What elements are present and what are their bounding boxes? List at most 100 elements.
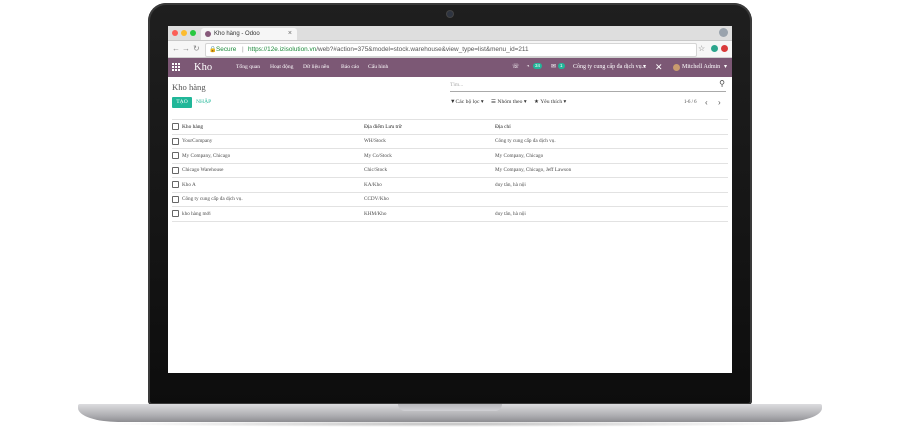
cell-warehouse: YourCompany	[182, 138, 213, 145]
table-row[interactable]: YourCompany WH/Stock Công ty cung cấp đa…	[172, 134, 728, 149]
back-icon[interactable]: ←	[172, 43, 180, 55]
row-checkbox[interactable]	[172, 152, 179, 160]
row-checkbox[interactable]	[172, 195, 179, 203]
reload-icon[interactable]: ↻	[193, 43, 200, 55]
column-header-location[interactable]: Địa điểm Lưu trữ	[364, 120, 495, 135]
select-all-checkbox[interactable]	[172, 123, 179, 131]
cell-warehouse: My Company, Chicago	[182, 152, 231, 159]
filters-label: Các bộ lọc	[455, 99, 480, 105]
cell-address	[495, 192, 728, 207]
menu-item-overview[interactable]: Tổng quan	[236, 58, 260, 77]
profile-icon[interactable]	[719, 28, 728, 37]
avatar[interactable]	[673, 64, 680, 71]
row-checkbox-cell	[172, 149, 182, 164]
close-icon[interactable]: ✕	[655, 58, 663, 77]
url-input[interactable]: 🔒 Secure | https://12e.izisolution.vn/we…	[205, 43, 697, 57]
browser-addressbar: ← → ↻ 🔒 Secure | https://12e.izisolution…	[168, 41, 732, 58]
menu-item-configuration[interactable]: Cấu hình	[368, 58, 388, 77]
cell-warehouse: Kho A	[182, 181, 196, 188]
table-row[interactable]: Kho A KA/Kho duy tân, hà nội	[172, 178, 728, 193]
browser-tab[interactable]: Kho hàng - Odoo ×	[201, 28, 297, 40]
messages-icon[interactable]: ✉	[551, 58, 556, 77]
chevron-down-icon: ▾	[724, 64, 728, 70]
odoo-favicon-icon	[205, 31, 211, 37]
cell-location: My Co/Stock	[364, 152, 392, 159]
table-row[interactable]: Chicago Warehouse Chic/Stock My Company,…	[172, 163, 728, 178]
forward-icon[interactable]: →	[182, 43, 190, 55]
column-header-warehouse[interactable]: Kho hàng	[182, 120, 364, 135]
favorites-label: Yêu thích	[540, 99, 563, 105]
table-row[interactable]: Công ty cung cấp đa dịch vụ. CCDV/Kho	[172, 192, 728, 207]
row-checkbox-cell	[172, 163, 182, 178]
user-menu[interactable]: Mitchell Admin	[682, 58, 720, 77]
tab-close-icon[interactable]: ×	[288, 28, 292, 40]
url-text: https://12e.izisolution.vn/web?#action=3…	[248, 44, 529, 56]
cell-location: KA/Kho	[364, 181, 382, 188]
row-checkbox[interactable]	[172, 181, 179, 189]
phone-icon[interactable]: ☏	[512, 58, 520, 77]
cell-address: duy tân, hà nội	[495, 181, 526, 188]
search-icon[interactable]: ⚲	[719, 79, 725, 88]
company-switcher[interactable]: Công ty cung cấp đa dịch vụ...	[573, 58, 646, 77]
cell-warehouse: Công ty cung cấp đa dịch vụ.	[182, 196, 243, 203]
table-row[interactable]: My Company, Chicago My Co/Stock My Compa…	[172, 149, 728, 164]
menu-item-reports[interactable]: Báo cáo	[341, 58, 359, 77]
menu-item-master-data[interactable]: Dữ liệu nền	[303, 58, 329, 77]
url-separator: |	[242, 46, 244, 53]
browser-tabbar: Kho hàng - Odoo ×	[168, 26, 732, 41]
menu-item-operations[interactable]: Hoạt động	[270, 58, 293, 77]
group-by-label: Nhóm theo	[497, 99, 523, 105]
extension-icon[interactable]	[711, 45, 718, 52]
odoo-navbar: Kho Tổng quan Hoạt động Dữ liệu nền Báo …	[168, 58, 732, 77]
chevron-right-icon[interactable]: ›	[718, 97, 721, 108]
cell-address: Công ty cung cấp đa dịch vụ.	[495, 138, 556, 145]
activity-count-badge: 34	[533, 63, 543, 69]
warehouse-list: Kho hàng Địa điểm Lưu trữ Địa chỉ YourCo…	[172, 119, 728, 222]
chevron-left-icon[interactable]: ‹	[705, 97, 708, 108]
url-path: /web?#action=375&model=stock.warehouse&v…	[316, 46, 529, 53]
extension-icon[interactable]	[721, 45, 728, 52]
chevron-down-icon: ▾	[643, 64, 647, 70]
bookmark-star-icon[interactable]: ☆	[698, 43, 705, 55]
cell-location: CCDV/Kho	[364, 196, 389, 203]
filters-dropdown[interactable]: ▼Các bộ lọc ▾	[450, 99, 484, 105]
search-input[interactable]	[450, 80, 710, 90]
app-name[interactable]: Kho	[194, 60, 212, 75]
row-checkbox[interactable]	[172, 210, 179, 218]
import-button[interactable]: NHẬP	[196, 97, 211, 108]
row-checkbox-cell	[172, 178, 182, 193]
camera-icon	[447, 11, 453, 17]
cell-warehouse: kho hàng mới	[182, 210, 211, 217]
row-checkbox[interactable]	[172, 137, 179, 145]
row-checkbox-cell	[172, 207, 182, 222]
cell-address: My Company, Chicago, Jeff Lawson	[495, 167, 572, 174]
close-window-icon[interactable]	[172, 30, 178, 36]
cell-location: KHM/Kho	[364, 210, 387, 217]
row-checkbox[interactable]	[172, 166, 179, 174]
cell-location: WH/Stock	[364, 138, 386, 145]
page-title: Kho hàng	[172, 82, 206, 92]
apps-menu-icon[interactable]	[172, 63, 180, 71]
row-checkbox-cell	[172, 192, 182, 207]
laptop-notch	[398, 404, 502, 411]
activity-clock-icon[interactable]: ◔	[526, 58, 530, 77]
column-header-address[interactable]: Địa chỉ	[495, 120, 728, 135]
row-checkbox-cell	[172, 134, 182, 149]
tab-title: Kho hàng - Odoo	[214, 31, 260, 37]
message-count-badge: 1	[558, 63, 565, 69]
table-row[interactable]: kho hàng mới KHM/Kho duy tân, hà nội	[172, 207, 728, 222]
cell-address: My Company, Chicago	[495, 152, 544, 159]
cell-address: duy tân, hà nội	[495, 210, 526, 217]
screen: Kho hàng - Odoo × ← → ↻ 🔒 Secure | https…	[168, 26, 732, 373]
url-host: https://12e.izisolution.vn	[248, 46, 317, 53]
maximize-window-icon[interactable]	[190, 30, 196, 36]
favorites-dropdown[interactable]: ★ Yêu thích ▾	[534, 99, 566, 105]
cell-warehouse: Chicago Warehouse	[182, 167, 224, 174]
pager-value[interactable]: 1-6 / 6	[684, 100, 697, 105]
table-header: Kho hàng Địa điểm Lưu trữ Địa chỉ	[172, 119, 728, 135]
secure-label: Secure	[216, 46, 237, 53]
search-box: ⚲	[450, 79, 726, 92]
create-button[interactable]: TẠO	[172, 97, 192, 108]
minimize-window-icon[interactable]	[181, 30, 187, 36]
group-by-dropdown[interactable]: ☰ Nhóm theo ▾	[491, 99, 527, 105]
